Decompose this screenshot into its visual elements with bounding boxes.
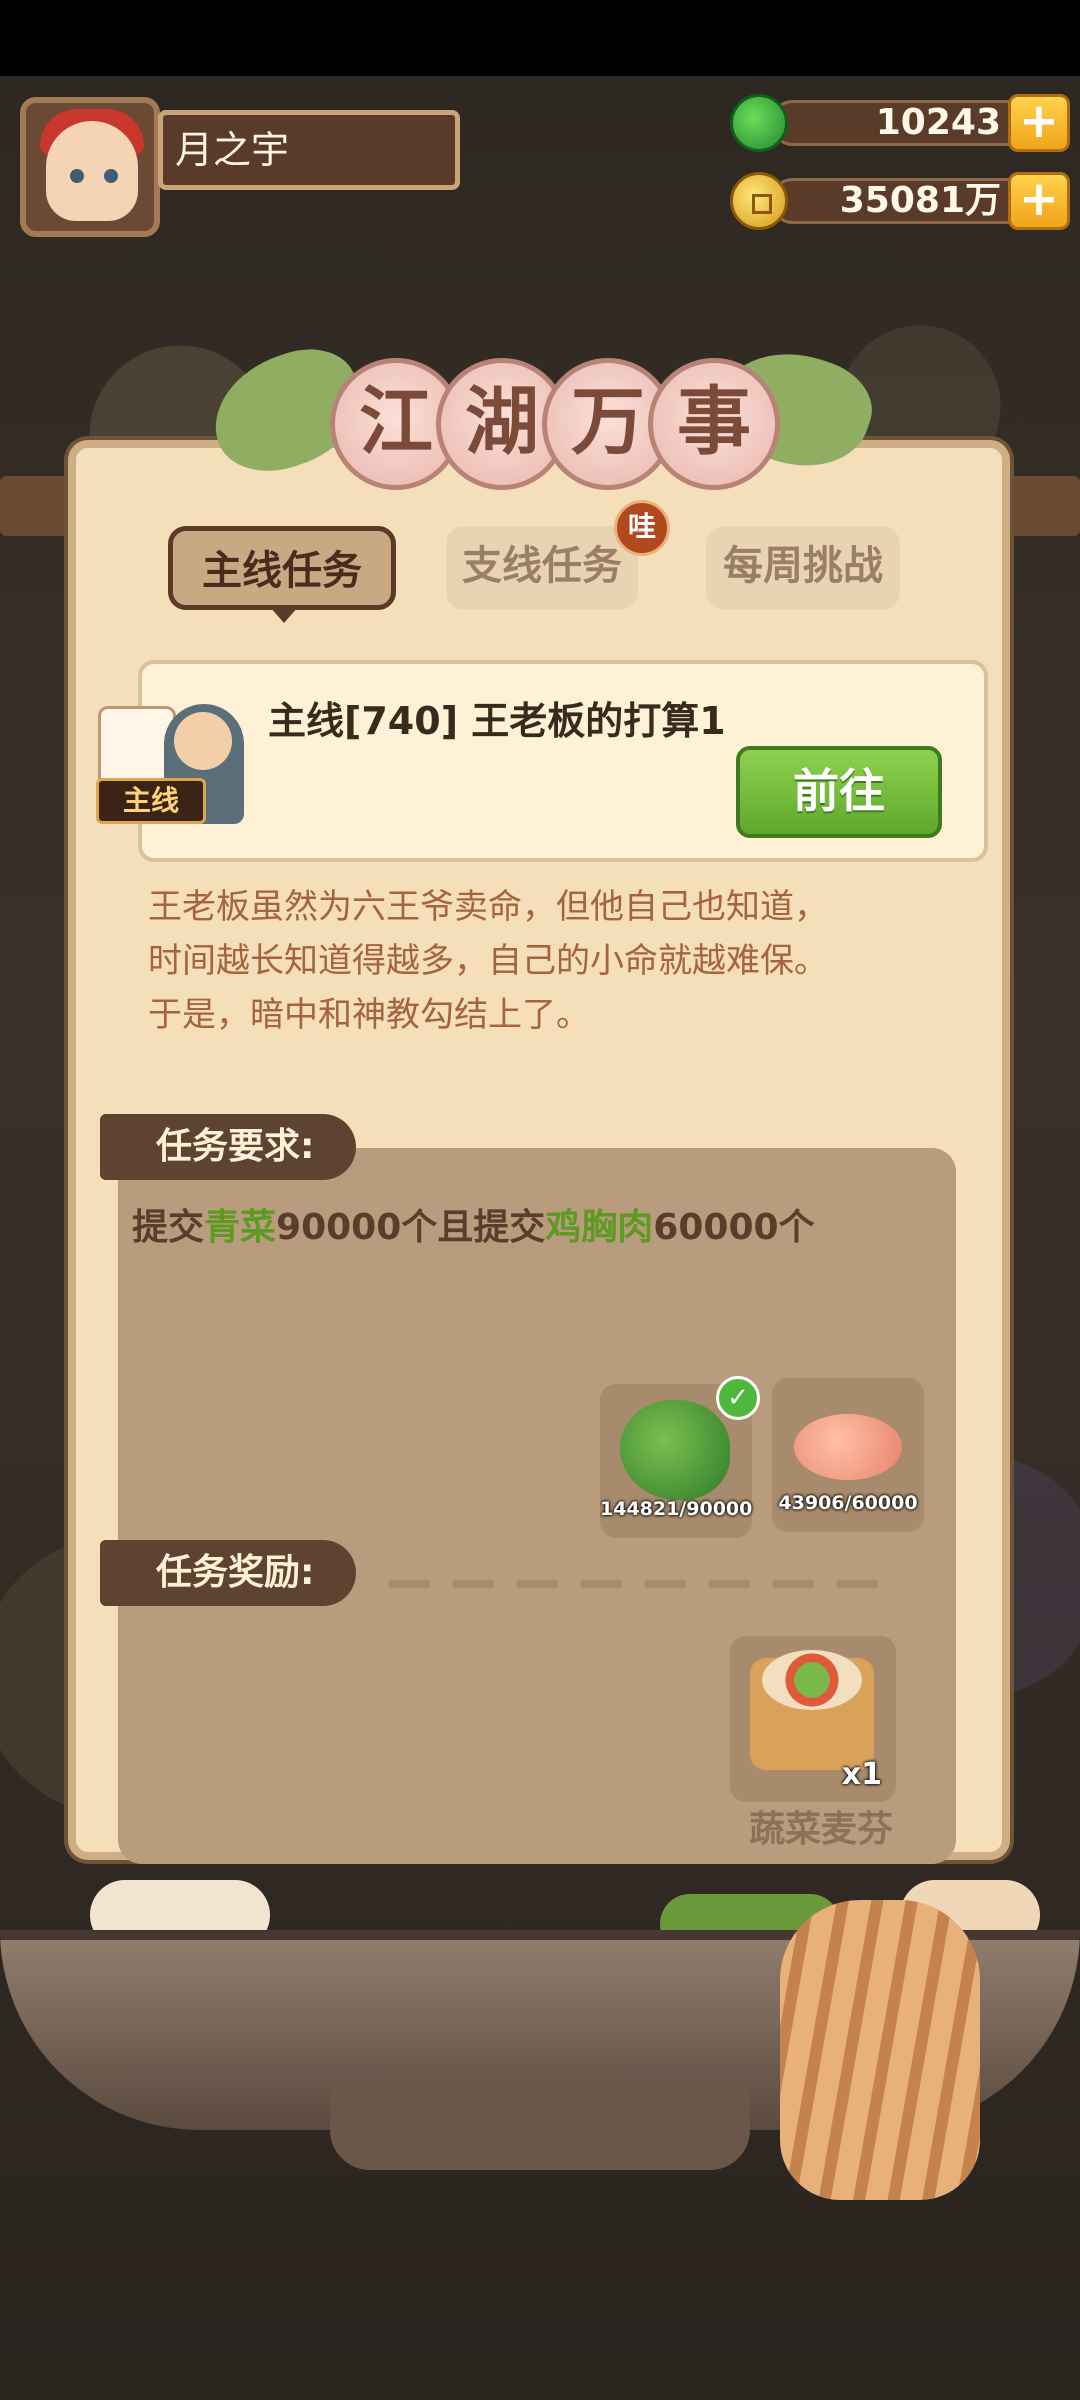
cat-icon — [780, 1900, 980, 2200]
avatar-eye-icon — [104, 169, 118, 183]
go-button[interactable]: 前往 — [736, 746, 942, 838]
add-jade-button[interactable]: + — [1008, 94, 1070, 152]
req-item-name: 鸡胸肉 — [545, 1207, 654, 1248]
description-line: 于是，暗中和神教勾结上了。 — [148, 995, 590, 1035]
reward-qty: x1 — [841, 1757, 882, 1792]
panel-title: 江 湖 万 事 — [198, 333, 884, 490]
add-coin-button[interactable]: + — [1008, 172, 1070, 230]
description-line: 时间越长知道得越多，自己的小命就越难保。 — [148, 941, 828, 981]
requirements-label: 任务要求: — [100, 1114, 356, 1180]
main-quest-tag: 主线 — [96, 778, 206, 824]
side-quest-badge: 哇 — [614, 500, 670, 556]
avatar-eye-icon — [70, 169, 84, 183]
coin-icon — [730, 172, 788, 230]
tab-main-quest[interactable]: 主线任务 — [168, 526, 396, 610]
npc-face — [174, 712, 232, 770]
check-icon: ✓ — [716, 1376, 760, 1420]
req-item-chicken-breast[interactable]: 43906/60000 — [772, 1378, 924, 1532]
item-progress: 43906/60000 — [778, 1492, 918, 1514]
description-line: 王老板虽然为六王爷卖命，但他自己也知道， — [148, 887, 828, 927]
veggie-muffin-icon — [750, 1650, 874, 1770]
req-item-name: 青菜 — [204, 1207, 277, 1248]
quest-description: 王老板虽然为六王爷卖命，但他自己也知道， 时间越长知道得越多，自己的小命就越难保… — [148, 880, 928, 1042]
req-text-part: 90000个且提交 — [276, 1207, 546, 1248]
reward-name: 蔬菜麦芬 — [748, 1809, 893, 1850]
jade-currency: 10243 + — [730, 94, 1070, 152]
req-item-bok-choy[interactable]: 144821/90000 ✓ — [600, 1376, 760, 1538]
player-avatar[interactable] — [20, 97, 160, 237]
requirements-text: 提交青菜90000个且提交鸡胸肉60000个 — [132, 1198, 815, 1250]
bok-choy-icon — [620, 1400, 730, 1500]
avatar-face — [46, 121, 138, 221]
reward-item-veggie-muffin[interactable]: x1 — [730, 1636, 896, 1802]
tab-side-quest[interactable]: 支线任务 — [446, 526, 638, 610]
status-bar — [0, 0, 1080, 76]
jade-amount: 10243 — [770, 100, 1030, 146]
req-text-part: 提交 — [132, 1207, 205, 1248]
chicken-breast-icon — [794, 1414, 902, 1480]
req-text-part: 60000个 — [653, 1207, 815, 1248]
coin-amount: 35081万 — [770, 178, 1030, 224]
title-char: 事 — [648, 358, 780, 490]
rewards-label: 任务奖励: — [100, 1540, 356, 1606]
scroll-rod-right — [1010, 476, 1080, 536]
player-name: 月之宇 — [158, 110, 460, 190]
active-tab-pointer-icon — [270, 607, 298, 623]
item-progress: 144821/90000 — [600, 1498, 753, 1520]
tab-weekly-challenge[interactable]: 每周挑战 — [706, 526, 900, 610]
quest-title: 主线[740] 王老板的打算1 — [268, 699, 726, 743]
coin-currency: 35081万 + — [730, 172, 1070, 230]
bowl-base — [330, 2080, 750, 2170]
jade-icon — [730, 94, 788, 152]
